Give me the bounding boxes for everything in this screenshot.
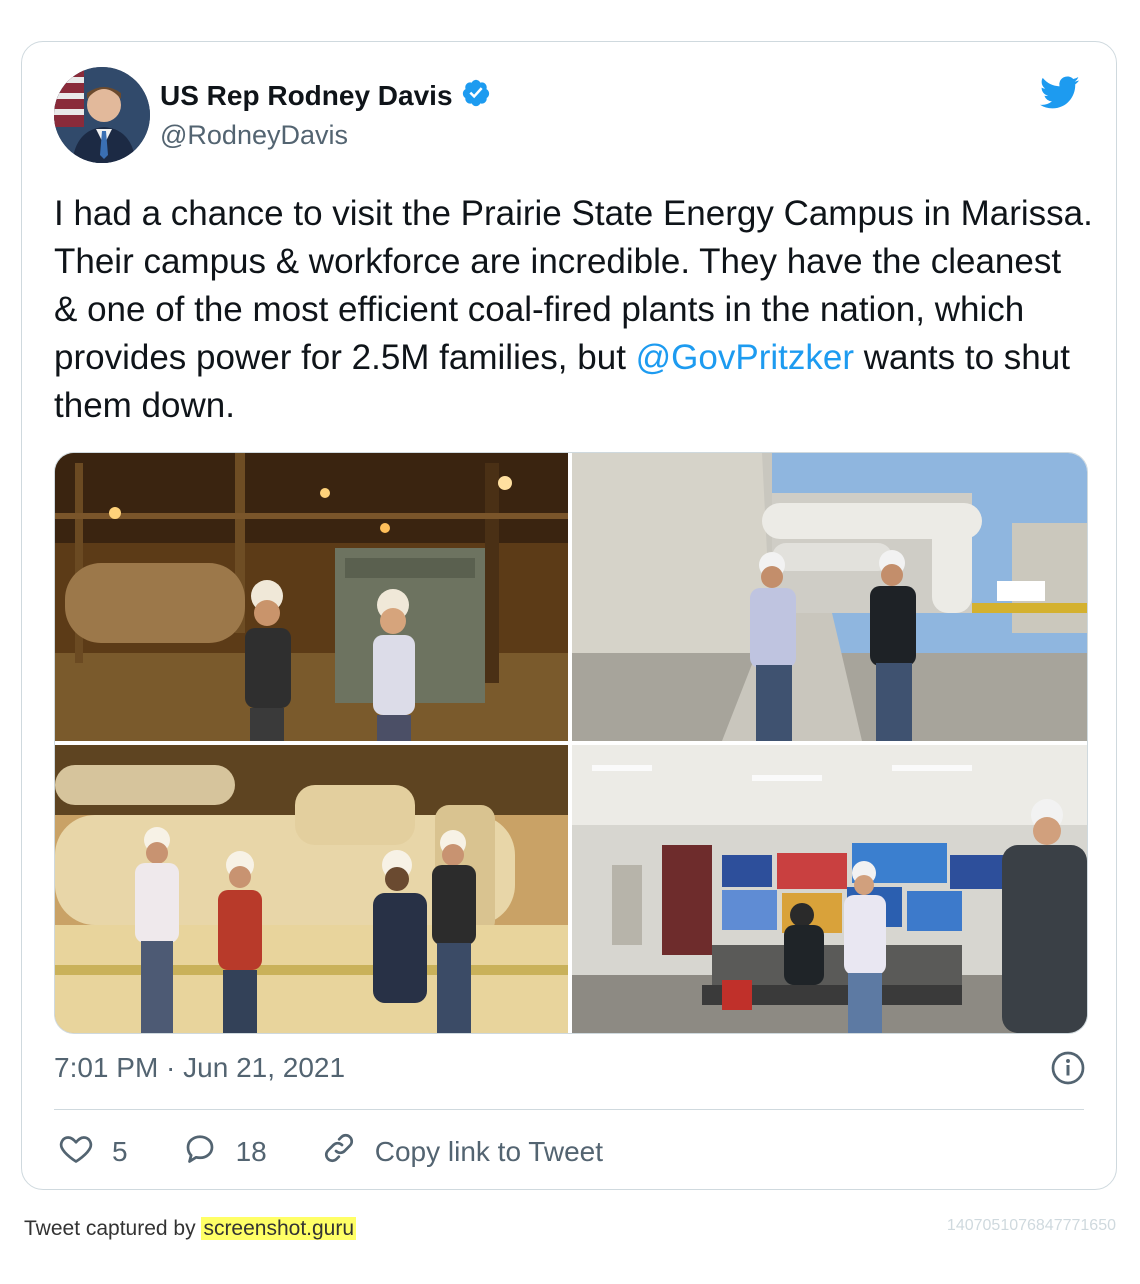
- capture-credit-prefix: Tweet captured by: [24, 1217, 202, 1240]
- mention-link[interactable]: @GovPritzker: [636, 338, 854, 377]
- info-icon[interactable]: [1050, 1050, 1086, 1086]
- media-grid: [54, 452, 1088, 1034]
- tweet-text: I had a chance to visit the Prairie Stat…: [54, 190, 1094, 430]
- copy-link-label: Copy link to Tweet: [374, 1135, 603, 1167]
- avatar[interactable]: [54, 67, 150, 163]
- author-name-row: US Rep Rodney Davis: [160, 78, 491, 113]
- action-bar: 5 18 Copy link to Tweet: [58, 1130, 657, 1173]
- tweet-card: US Rep Rodney Davis @RodneyDavis I had a…: [21, 41, 1117, 1190]
- twitter-bird-icon[interactable]: [1036, 72, 1084, 112]
- heart-icon: [58, 1130, 94, 1173]
- reply-button[interactable]: 18: [182, 1130, 267, 1173]
- link-icon: [321, 1130, 357, 1173]
- photo-outdoor-walkway[interactable]: [572, 453, 1087, 741]
- tweet-timestamp[interactable]: 7:01 PM · Jun 21, 2021: [54, 1052, 345, 1084]
- reply-count: 18: [235, 1135, 267, 1167]
- capture-credit-link[interactable]: screenshot.guru: [201, 1217, 357, 1240]
- like-button[interactable]: 5: [58, 1130, 128, 1173]
- tweet-id: 1407051076847771650: [946, 1217, 1116, 1234]
- verified-badge-icon: [461, 78, 491, 113]
- photo-turbine-hall[interactable]: [55, 745, 568, 1033]
- capture-credit: Tweet captured by screenshot.guru: [24, 1217, 357, 1241]
- author-handle[interactable]: @RodneyDavis: [160, 120, 348, 151]
- copy-link-button[interactable]: Copy link to Tweet: [321, 1130, 603, 1173]
- author-display-name[interactable]: US Rep Rodney Davis: [160, 80, 453, 112]
- photo-plant-interior[interactable]: [55, 453, 568, 741]
- like-count: 5: [112, 1135, 128, 1167]
- photo-control-room[interactable]: [572, 745, 1087, 1033]
- divider: [54, 1109, 1084, 1110]
- reply-bubble-icon: [182, 1130, 218, 1173]
